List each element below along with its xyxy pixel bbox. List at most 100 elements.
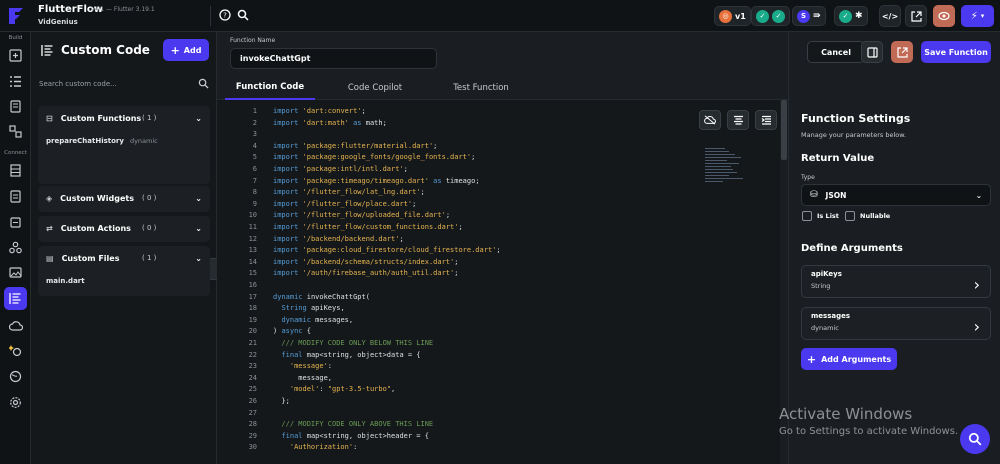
line-number: 24 — [248, 373, 257, 382]
code-line[interactable]: /// MODIFY CODE ONLY ABOVE THIS LINE — [273, 420, 433, 428]
code-line[interactable]: import 'dart:math' as math; — [273, 119, 387, 127]
group-custom-files: ▤ Custom Files ( 1 ) ⌄ main.dart — [38, 246, 210, 296]
firestore-icon[interactable] — [7, 162, 24, 179]
code-line[interactable]: import '/backend/backend.dart'; — [273, 235, 404, 243]
custom-code-icon[interactable] — [4, 287, 27, 310]
user-pill[interactable]: S ⇛ — [792, 6, 826, 26]
fast-forward-icon: ⇛ — [813, 11, 821, 21]
line-number: 11 — [248, 223, 257, 231]
line-number: 19 — [248, 315, 257, 324]
add-widget-icon[interactable] — [7, 47, 24, 64]
code-line[interactable]: import 'dart:convert'; — [273, 107, 366, 115]
version-icon: ◎ — [719, 9, 732, 23]
integrations-icon[interactable] — [7, 239, 24, 256]
code-line[interactable]: import 'package:flutter/material.dart'; — [273, 142, 437, 150]
code-line[interactable]: final map<string, object>header = { — [273, 432, 429, 440]
preview-eye-icon[interactable] — [933, 5, 955, 27]
code-line[interactable]: 'Authorization': — [273, 443, 357, 451]
code-line[interactable]: import 'package:cloud_firestore/cloud_fi… — [273, 246, 501, 254]
group-header[interactable]: ◈ Custom Widgets ( 0 ) ⌄ — [38, 186, 210, 210]
list-item[interactable]: prepareChatHistory dynamic — [38, 130, 210, 152]
function-settings-panel: Cancel Save Function Function Settings M… — [788, 32, 1000, 464]
group-header[interactable]: ⊟ Custom Functions ( 1 ) ⌄ — [38, 106, 210, 130]
code-area[interactable]: 1 import 'dart:convert'; 2 import 'dart:mat… — [217, 100, 788, 464]
line-number: 15 — [248, 269, 257, 278]
code-line[interactable]: 'model': "gpt-3.5-turbo", — [273, 385, 395, 393]
group-header[interactable]: ▤ Custom Files ( 1 ) ⌄ — [38, 246, 210, 270]
list-item[interactable]: main.dart — [38, 270, 210, 292]
line-number: 12 — [248, 234, 257, 243]
settings-subtitle: Manage your parameters below. — [801, 131, 907, 139]
code-line[interactable]: 'message': — [273, 362, 332, 370]
search-custom-code-input[interactable]: Search custom code... — [39, 78, 209, 89]
api-calls-icon[interactable] — [7, 214, 24, 231]
add-arguments-button[interactable]: + Add Arguments — [801, 348, 897, 370]
open-external-icon[interactable] — [891, 41, 913, 63]
nullable-checkbox[interactable] — [845, 211, 855, 221]
settings-gear-icon[interactable] — [7, 394, 24, 411]
cloud-off-icon[interactable] — [699, 110, 721, 130]
code-line[interactable]: import 'package:timeago/timeago.dart' as… — [273, 177, 480, 185]
code-line[interactable]: dynamic messages, — [273, 316, 353, 324]
save-function-button[interactable]: Save Function — [921, 41, 991, 63]
tab-test-function[interactable]: Test Function — [433, 76, 529, 100]
code-line[interactable]: }; — [273, 397, 289, 405]
argument-item[interactable]: messages dynamic › — [801, 307, 991, 340]
storyboard-icon[interactable] — [7, 98, 24, 115]
argument-item[interactable]: apiKeys String › — [801, 265, 991, 298]
code-line[interactable]: import '/flutter_flow/lat_lng.dart'; — [273, 188, 425, 196]
code-line[interactable]: import '/flutter_flow/custom_functions.d… — [273, 223, 463, 231]
version-pill[interactable]: ◎ v1 — [714, 6, 751, 26]
line-number: 25 — [248, 385, 257, 394]
tab-code-copilot[interactable]: Code Copilot — [329, 76, 421, 100]
bug-icon: ✱ — [855, 11, 863, 21]
function-name-field[interactable]: invokeChattGpt — [230, 48, 437, 69]
plus-icon: + — [806, 352, 817, 366]
status-pill[interactable]: ✓ ✓ — [751, 6, 790, 26]
indent-icon[interactable] — [755, 110, 777, 130]
code-line[interactable]: import 'package:intl/intl.dart'; — [273, 165, 408, 173]
info-panel-icon[interactable] — [861, 41, 883, 63]
line-number: 28 — [248, 420, 257, 429]
widget-tree-icon[interactable] — [7, 73, 24, 90]
tab-function-code[interactable]: Function Code — [225, 76, 315, 100]
line-number: 23 — [248, 362, 257, 371]
code-line[interactable]: final map<string, object>data = { — [273, 351, 420, 359]
return-type-select[interactable]: ⛁ JSON ⌄ — [801, 184, 991, 206]
line-number: 5 — [252, 153, 257, 162]
search-icon[interactable] — [236, 8, 250, 22]
code-line[interactable]: import '/flutter_flow/uploaded_file.dart… — [273, 211, 450, 219]
code-line[interactable]: import '/backend/schema/structs/index.da… — [273, 258, 458, 266]
ai-agent-icon[interactable] — [7, 342, 24, 359]
nullable-label: Nullable — [860, 212, 891, 220]
is-list-checkbox[interactable] — [802, 211, 812, 221]
chat-search-icon[interactable] — [960, 424, 990, 454]
app-state-icon[interactable] — [7, 188, 24, 205]
code-line[interactable]: String apiKeys, — [273, 304, 344, 312]
code-line[interactable]: message, — [273, 374, 332, 382]
debug-pill[interactable]: ✓ ✱ — [834, 6, 868, 26]
code-line[interactable]: import '/auth/firebase_auth/auth_util.da… — [273, 269, 458, 277]
format-code-icon[interactable] — [727, 110, 749, 130]
project-name[interactable]: VidGenius — [38, 18, 78, 26]
code-line[interactable]: import 'package:google_fonts/google_font… — [273, 153, 475, 161]
code-line[interactable]: ) async { — [273, 327, 311, 335]
open-external-icon[interactable] — [905, 5, 927, 27]
help-icon[interactable]: ? — [218, 8, 232, 22]
code-line[interactable]: dynamic invokeChattGpt( — [273, 293, 370, 301]
components-icon[interactable] — [7, 123, 24, 140]
media-assets-icon[interactable] — [7, 264, 24, 281]
cancel-button[interactable]: Cancel — [807, 41, 865, 63]
run-lightning-icon[interactable]: ⚡ ▾ — [961, 5, 994, 27]
group-header[interactable]: ⇄ Custom Actions ( 0 ) ⌄ — [38, 216, 210, 240]
line-number: 8 — [252, 188, 257, 197]
code-icon[interactable]: </> — [879, 5, 901, 27]
code-line[interactable]: import '/flutter_flow/place.dart'; — [273, 200, 416, 208]
add-button[interactable]: + Add — [163, 39, 209, 61]
rail-connect-label: Connect — [4, 150, 27, 156]
localization-icon[interactable] — [7, 368, 24, 385]
cloud-functions-icon[interactable] — [7, 317, 24, 334]
code-minimap[interactable] — [705, 146, 751, 194]
line-number: 6 — [252, 165, 257, 173]
code-line[interactable]: /// MODIFY CODE ONLY BELOW THIS LINE — [273, 339, 433, 347]
